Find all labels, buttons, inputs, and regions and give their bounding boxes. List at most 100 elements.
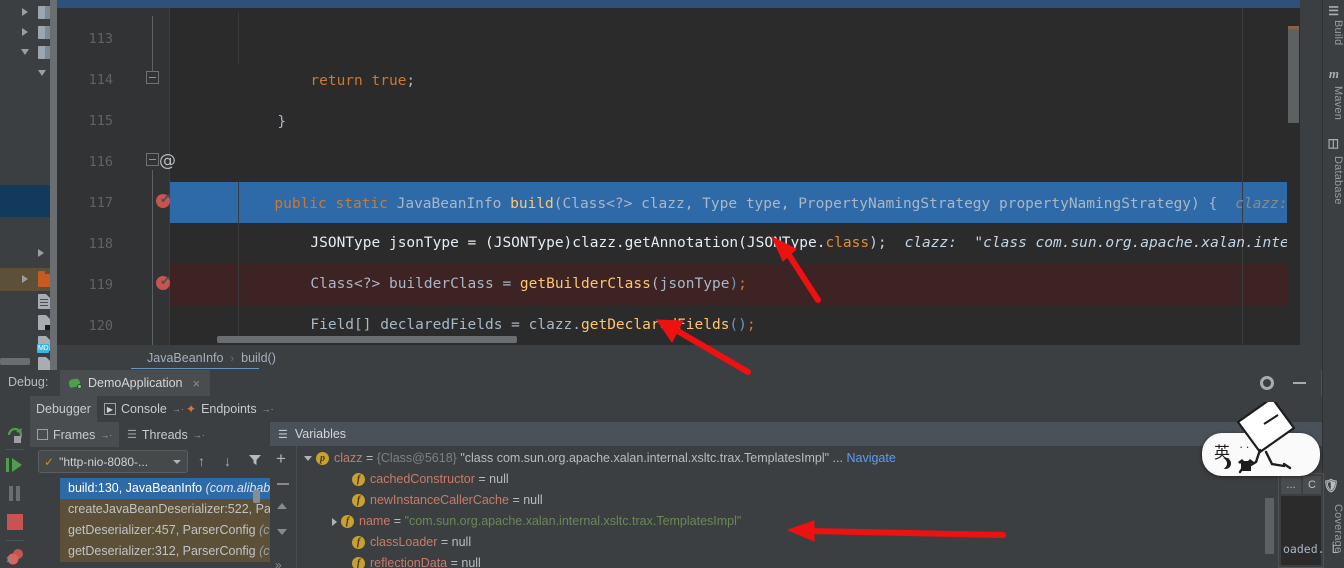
minimize-icon[interactable] — [1293, 382, 1306, 384]
variable-kind-badge: f — [352, 536, 365, 550]
editor-horizontal-scrollbar[interactable] — [217, 336, 517, 343]
console-popup[interactable]: ... C oaded. L — [1265, 473, 1338, 568]
debug-session-tab[interactable]: DemoApplication × — [60, 370, 211, 396]
chevron-right-icon[interactable] — [332, 517, 337, 526]
popup-more-tab[interactable]: ... — [1281, 476, 1301, 494]
bug-running-dot-decor — [77, 384, 82, 389]
debugger-toolbar[interactable]: Debugger ▶ Console →· ✦ Endpoints →· — [0, 396, 1322, 445]
code-editor[interactable]: @ ✓ ✓ 113 114 115 116 117 118 119 120 re… — [57, 0, 1300, 345]
console-icon: ▶ — [104, 403, 116, 415]
variable-ref: {Class@5618} — [376, 451, 457, 465]
frames-pane[interactable]: Frames →· ☰ Threads →· ✓ "http-nio-8080-… — [30, 422, 275, 568]
rail-divider — [6, 540, 24, 541]
frame-row[interactable]: getDeserializer:457, ParserConfig (com — [60, 520, 275, 541]
mascot-figure-icon — [1236, 402, 1296, 474]
remove-icon[interactable] — [277, 483, 289, 485]
variables-pane[interactable]: ☰ Variables + » p clazz = {Class@5618} "c… — [270, 422, 1322, 568]
code-line[interactable] — [170, 102, 1300, 143]
breadcrumb-class[interactable]: JavaBeanInfo — [147, 351, 223, 365]
tree-horizontal-scrollbar[interactable] — [0, 358, 30, 365]
editor-scrollbar-column[interactable] — [1287, 8, 1300, 345]
frame-row-selected[interactable]: build:130, JavaBeanInfo (com.alibaba.f — [60, 478, 275, 499]
variable-row[interactable]: f name = "com.sun.org.apache.xalan.intern… — [296, 511, 1322, 532]
tab-threads[interactable]: ☰ Threads →· — [120, 422, 212, 447]
tool-tab-maven[interactable]: Maven — [1322, 82, 1344, 120]
debug-tool-window[interactable]: Debug: DemoApplication × Debugger ▶ Cons… — [0, 370, 1322, 568]
expand-icon[interactable]: » — [275, 558, 282, 568]
code-line[interactable]: public static JavaBeanInfo build(Class<?… — [170, 143, 1300, 212]
right-tool-window-strip-lower[interactable]: 🛡 Coverage — [1322, 378, 1344, 568]
variable-value: null — [523, 493, 543, 507]
debug-session-icon — [68, 377, 82, 389]
tab-endpoints[interactable]: ✦ Endpoints →· — [180, 396, 280, 422]
variable-row[interactable]: p clazz = {Class@5618} "class com.sun.org… — [296, 448, 1322, 469]
popup-text: oaded. L — [1283, 542, 1339, 556]
variable-name: clazz — [334, 451, 363, 465]
code-line[interactable]: } — [170, 61, 1300, 130]
tab-debugger[interactable]: Debugger — [30, 396, 97, 422]
fold-collapse-icon[interactable] — [146, 153, 159, 166]
tree-expand-arrow-icon[interactable] — [22, 275, 28, 283]
navigate-link[interactable]: Navigate — [846, 451, 895, 465]
chevron-down-icon[interactable] — [173, 459, 181, 464]
resume-glyph — [6, 458, 22, 472]
tool-tab-database[interactable]: Database — [1322, 152, 1344, 205]
stop-icon[interactable] — [7, 514, 23, 530]
editor-change-marker — [1288, 26, 1299, 29]
tree-expand-arrow-icon[interactable] — [38, 249, 44, 257]
tree-expand-arrow-icon[interactable] — [22, 8, 28, 16]
editor-scrollbar-thumb[interactable] — [1288, 28, 1299, 123]
move-down-icon[interactable] — [277, 529, 287, 535]
variable-row[interactable]: f cachedConstructor = null — [296, 469, 1322, 490]
tab-endpoints-label: Endpoints — [201, 402, 257, 416]
breadcrumb[interactable]: JavaBeanInfo › build() — [131, 347, 1300, 369]
tool-tab-build[interactable]: Build — [1322, 16, 1344, 45]
code-line[interactable]: JSONType jsonType = (JSONType)clazz.getA… — [170, 182, 1300, 251]
tree-collapse-arrow-icon[interactable] — [21, 49, 29, 55]
tab-console[interactable]: ▶ Console →· — [98, 396, 190, 422]
popup-scrollbar-thumb[interactable] — [1265, 498, 1274, 554]
chevron-down-icon[interactable] — [304, 456, 312, 462]
move-up-icon[interactable] — [277, 503, 287, 509]
file-lines-decor — [40, 299, 48, 300]
add-icon[interactable]: + — [276, 450, 286, 467]
resume-program-icon[interactable] — [6, 457, 25, 473]
breakpoint-icon[interactable]: ✓ — [156, 273, 171, 290]
variable-row[interactable]: f newInstanceCallerCache = null — [296, 490, 1322, 511]
expand-rail-icon[interactable]: » — [6, 552, 13, 566]
filter-icon[interactable] — [248, 453, 262, 472]
popup-console-tab[interactable]: C — [1303, 476, 1321, 494]
frame-row[interactable]: getDeserializer:312, ParserConfig (com — [60, 541, 275, 562]
rerun-icon[interactable] — [5, 424, 25, 444]
variable-row[interactable]: f classLoader = null — [296, 532, 1322, 553]
frames-up-icon[interactable]: ↑ — [198, 453, 205, 469]
breakpoint-icon[interactable]: ✓ — [156, 191, 171, 208]
tab-frames[interactable]: Frames →· — [30, 422, 120, 447]
variables-rail[interactable]: + » — [270, 446, 296, 568]
pause-program-icon[interactable] — [8, 486, 22, 501]
frame-row[interactable]: createJavaBeanDeserializer:522, Parser — [60, 499, 275, 520]
breadcrumb-method[interactable]: build() — [241, 351, 276, 365]
thread-selector[interactable]: ✓ "http-nio-8080-... — [38, 450, 188, 473]
fold-collapse-icon[interactable] — [146, 71, 159, 84]
close-icon[interactable]: × — [193, 376, 201, 391]
frames-scrollbar-thumb[interactable] — [253, 490, 260, 503]
tree-collapse-arrow-icon[interactable] — [38, 70, 46, 76]
tree-expand-arrow-icon[interactable] — [22, 28, 28, 36]
tree-selected-row[interactable] — [0, 185, 50, 217]
variable-ellipsis: ... — [829, 451, 843, 465]
frames-down-icon[interactable]: ↓ — [224, 453, 231, 469]
debug-run-controls-rail[interactable]: » — [0, 422, 30, 568]
code-line[interactable]: Class<?> builderClass = getBuilderClass(… — [170, 223, 1300, 292]
frames-tab-bar[interactable]: Frames →· ☰ Threads →· — [30, 422, 270, 447]
gear-icon[interactable] — [1260, 376, 1274, 390]
variable-row[interactable]: f reflectionData = null — [296, 553, 1322, 568]
project-tree-strip[interactable]: MD — [0, 0, 57, 372]
threads-icon: ☰ — [127, 429, 137, 441]
tree-vertical-scrollbar[interactable] — [50, 0, 57, 370]
code-line[interactable]: Field[] declaredFields = clazz.getDeclar… — [170, 264, 1300, 333]
code-line[interactable]: return true; — [170, 20, 1300, 89]
right-tool-window-strip[interactable]: ☰ Build m Maven ◫ Database — [1322, 0, 1344, 378]
variable-equals: = — [474, 472, 490, 486]
frame-package: (com.alibaba.f — [205, 481, 275, 495]
